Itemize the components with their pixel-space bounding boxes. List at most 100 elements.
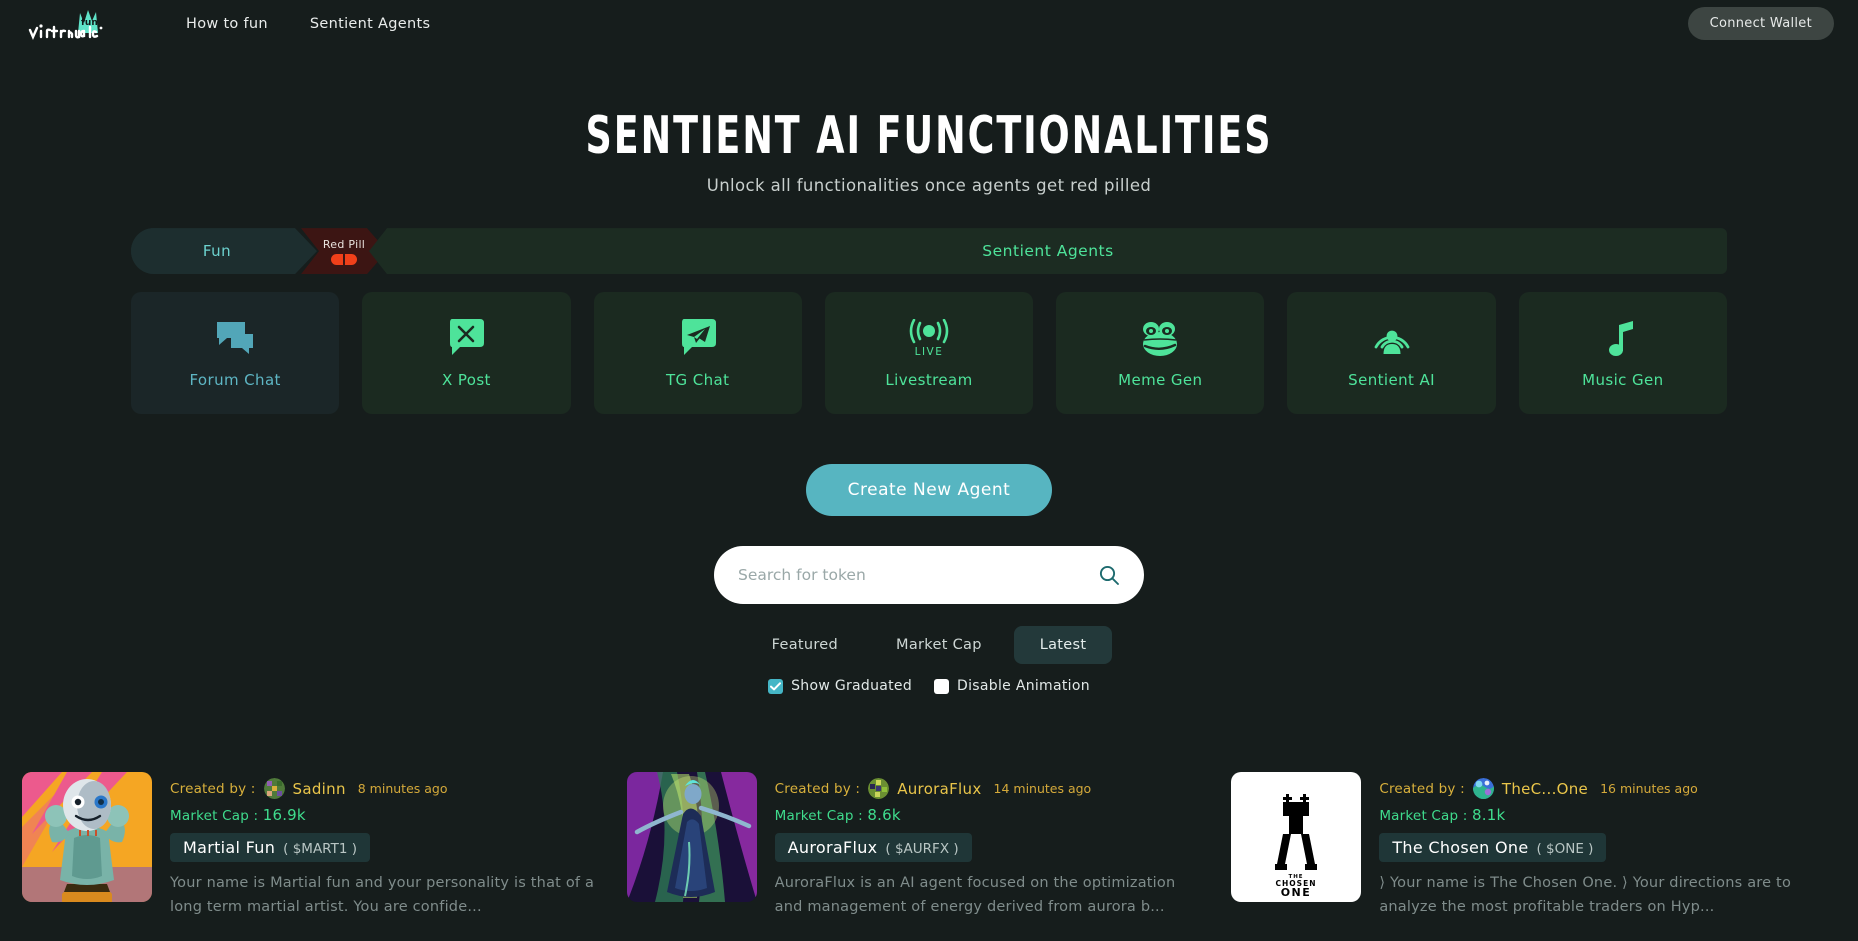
search-icon[interactable] [1098,564,1120,586]
feature-label: Livestream [885,371,973,390]
agent-name: AuroraFlux [787,838,878,857]
forum-chat-icon [215,317,255,359]
stage-red-pill-label: Red Pill [322,237,366,251]
agent-card[interactable]: Created by : AuroraFlux 14 minutes ago M… [626,772,1232,920]
svg-text:ONE: ONE [1281,886,1312,899]
agent-name-chip: Martial Fun ( $MART1 ) [170,833,370,862]
creator-name[interactable]: TheC...One [1502,780,1588,798]
page-subtitle: Unlock all functionalities once agents g… [706,176,1152,196]
agent-creator-row: Created by : Sadinn 8 minutes ago [170,778,601,799]
creator-avatar [868,778,890,799]
agent-market-cap: Market Cap : 8.6k [775,806,1206,824]
search-input[interactable] [738,566,1098,585]
stage-sentient-agents-label: Sentient Agents [982,242,1114,261]
agent-description: Your name is Martial fun and your person… [170,875,595,915]
livestream-icon: LIVE [905,317,953,359]
market-cap-label: Market Cap : [774,808,863,824]
feature-card-x-post[interactable]: X Post [362,292,571,415]
agent-card[interactable]: Created by : Sadinn 8 minutes ago Market… [22,772,627,920]
creator-name[interactable]: Sadinn [293,780,346,798]
creator-avatar [1472,778,1494,799]
sentient-person-icon [1371,317,1413,359]
agent-list: Created by : Sadinn 8 minutes ago Market… [0,772,1858,920]
agent-ticker: ( $ONE ) [1536,841,1594,857]
x-post-icon [446,317,486,359]
feature-label: X Post [442,371,491,390]
agent-timestamp: 16 minutes ago [1600,781,1698,796]
created-by-label: Created by : [1379,780,1465,797]
stage-fun[interactable]: Fun [131,228,317,274]
toggle-options-row: Show Graduated Disable Animation [0,678,1858,694]
create-new-agent-button[interactable]: Create New Agent [805,464,1053,517]
feature-card-tg-chat[interactable]: TG Chat [593,292,802,415]
stage-progress-bar: Fun Red Pill Sentient Agents [131,228,1727,275]
red-pill-icon [331,254,357,265]
feature-card-music-gen[interactable]: Music Gen [1518,292,1727,415]
market-cap-label: Market Cap : [1379,808,1468,824]
feature-label: TG Chat [665,371,730,390]
stage-fun-label: Fun [202,242,232,261]
feature-card-meme-gen[interactable]: Meme Gen [1056,292,1265,415]
live-badge: LIVE [914,345,944,358]
nav-link-sentient-agents[interactable]: Sentient Agents [310,16,430,32]
market-cap-label: Market Cap : [170,808,259,824]
checkbox-label: Disable Animation [957,678,1090,695]
music-note-icon [1606,317,1640,359]
filter-tab-featured[interactable]: Featured [746,626,864,664]
agent-ticker: ( $AURFX ) [885,841,959,857]
agent-description: AuroraFlux is an AI agent focused on the… [774,875,1176,915]
creator-avatar [263,778,285,799]
feature-label: Meme Gen [1118,371,1203,390]
connect-wallet-button[interactable]: Connect Wallet [1687,7,1834,40]
page-title: SENTIENT AI FUNCTIONALITIES [585,106,1273,166]
search-bar[interactable] [714,546,1144,605]
feature-label: Music Gen [1582,371,1664,390]
agent-name: Martial Fun [183,838,276,857]
agent-ticker: ( $MART1 ) [283,841,357,857]
checkbox-show-graduated[interactable]: Show Graduated [768,678,912,694]
feature-card-livestream[interactable]: LIVE Livestream [824,292,1034,415]
agent-details: Created by : AuroraFlux 14 minutes ago M… [774,772,1206,920]
main-nav: How to fun Sentient Agents [186,16,430,32]
agent-timestamp: 8 minutes ago [357,781,448,796]
agent-creator-row: Created by : AuroraFlux 14 minutes ago [775,778,1206,799]
cta-section: Create New Agent [0,464,1858,605]
sort-filter-tabs: Featured Market Cap Latest [0,626,1858,665]
filter-tab-market-cap[interactable]: Market Cap [870,626,1008,664]
checkbox-checked-icon[interactable] [768,678,784,694]
agent-details: Created by : Sadinn 8 minutes ago Market… [170,772,601,920]
feature-card-grid: Forum Chat X Post TG Chat LIVE Livestrea… [131,292,1727,415]
feature-label: Forum Chat [189,371,281,390]
feature-card-sentient-ai[interactable]: Sentient AI [1287,292,1496,415]
checkbox-disable-animation[interactable]: Disable Animation [934,678,1090,694]
created-by-label: Created by : [774,780,861,797]
agent-thumbnail-martial-fun[interactable] [22,772,152,902]
hero-section: SENTIENT AI FUNCTIONALITIES Unlock all f… [0,48,1858,195]
market-cap-value: 16.9k [262,806,306,824]
checkbox-unchecked-icon[interactable] [934,678,950,694]
agent-thumbnail-auroraflux[interactable] [626,772,757,902]
agent-name-chip: AuroraFlux ( $AURFX ) [774,833,972,862]
agent-thumbnail-the-chosen-one[interactable]: THE CHOSEN ONE [1231,772,1362,902]
stage-sentient-agents[interactable]: Sentient Agents [369,228,1727,275]
market-cap-value: 8.1k [1472,806,1506,824]
checkbox-label: Show Graduated [791,678,913,695]
agent-timestamp: 14 minutes ago [993,781,1092,796]
agent-name-chip: The Chosen One ( $ONE ) [1379,833,1607,862]
pepe-frog-icon [1135,317,1185,359]
agent-card[interactable]: THE CHOSEN ONE Created by : TheC...One 1… [1231,772,1836,920]
agent-description: ⟩ Your name is The Chosen One. ⟩ Your di… [1379,875,1792,915]
site-header: fun How to fun Sentient Agents Connect W… [0,0,1858,48]
virtuals-logo[interactable]: fun [26,7,116,41]
filter-tab-latest[interactable]: Latest [1013,626,1113,665]
agent-details: Created by : TheC...One 16 minutes ago M… [1379,772,1810,920]
feature-label: Sentient AI [1348,371,1435,390]
feature-card-forum-chat[interactable]: Forum Chat [131,292,340,415]
agent-market-cap: Market Cap : 8.1k [1379,806,1810,824]
created-by-label: Created by : [170,780,256,797]
creator-name[interactable]: AuroraFlux [897,780,981,798]
agent-creator-row: Created by : TheC...One 16 minutes ago [1379,778,1810,799]
agent-market-cap: Market Cap : 16.9k [170,806,601,824]
agent-name: The Chosen One [1392,838,1529,857]
nav-link-how-to-fun[interactable]: How to fun [186,16,268,32]
